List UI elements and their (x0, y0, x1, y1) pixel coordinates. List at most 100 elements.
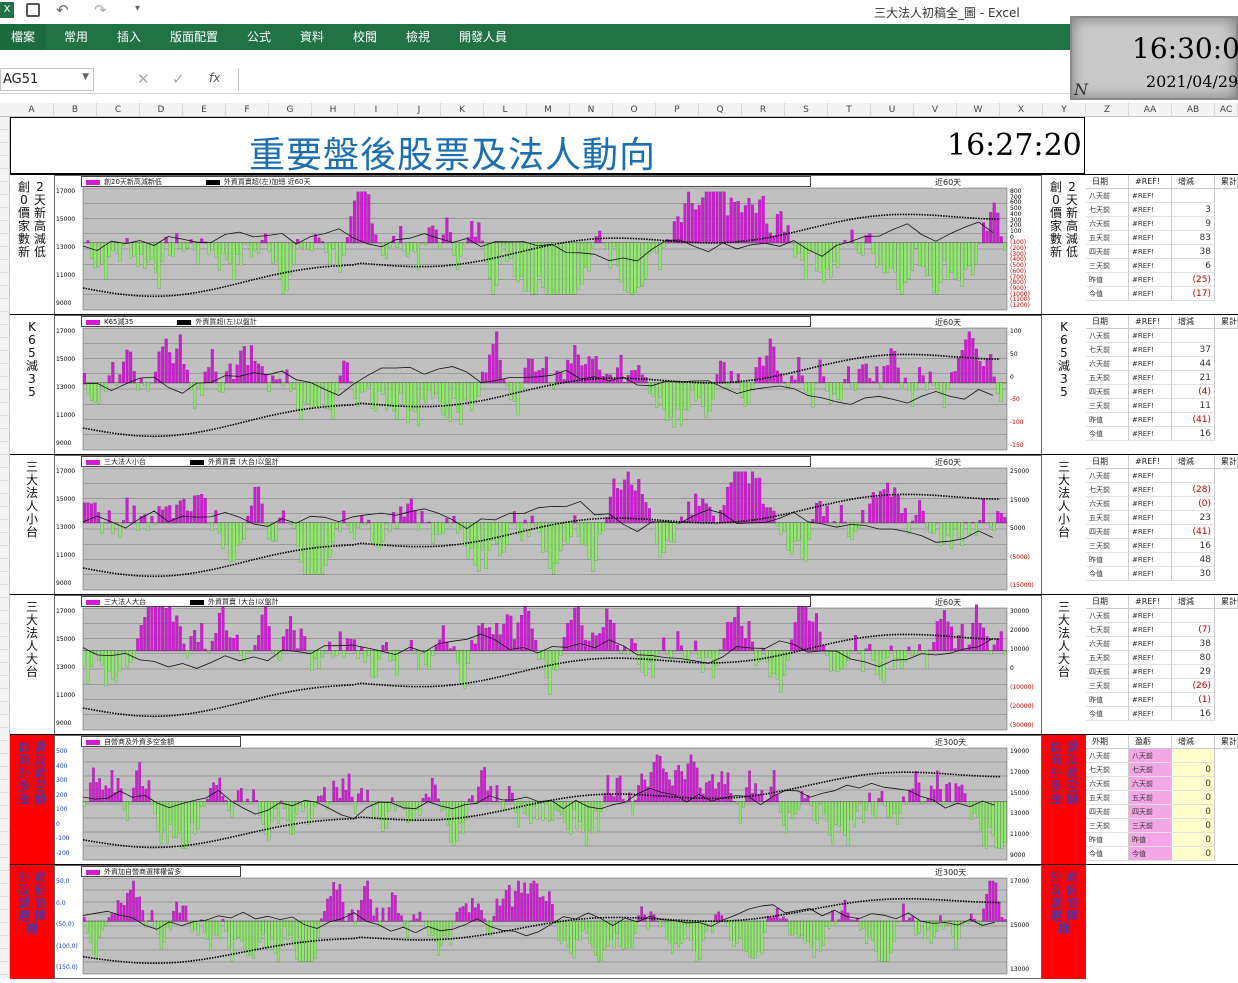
table-cell[interactable]: 48 (1172, 553, 1215, 567)
table-header-cell[interactable]: 累計 (1215, 315, 1238, 329)
row-header[interactable] (0, 624, 9, 637)
redo-icon[interactable]: ↷ (94, 1, 107, 19)
column-header[interactable]: W (957, 103, 1000, 117)
row-header[interactable] (0, 221, 9, 234)
table-cell[interactable] (1172, 329, 1215, 343)
row-header[interactable] (0, 468, 9, 481)
table-cell[interactable]: #REF! (1129, 497, 1172, 511)
tab-7[interactable]: 檢視 (406, 24, 430, 50)
table-cell[interactable]: 16 (1172, 427, 1215, 441)
table-cell[interactable]: #REF! (1129, 469, 1172, 483)
table-header-cell[interactable]: 累計 (1215, 175, 1238, 189)
row-header[interactable] (0, 442, 9, 455)
column-header[interactable]: S (785, 103, 828, 117)
table-cell[interactable]: #REF! (1129, 203, 1172, 217)
cancel-icon[interactable]: ✕ (137, 70, 150, 88)
table-cell[interactable]: 昨值 (1086, 693, 1129, 707)
table-cell[interactable]: 0 (1172, 777, 1215, 791)
column-header[interactable]: E (183, 103, 226, 117)
table-header-cell[interactable]: 盈虧 (1129, 735, 1172, 749)
row-header[interactable] (0, 715, 9, 728)
table-cell[interactable]: 29 (1172, 665, 1215, 679)
table-cell[interactable]: #REF! (1129, 707, 1172, 721)
row-header[interactable] (0, 247, 9, 260)
table-cell[interactable]: 今值 (1086, 847, 1129, 861)
row-header[interactable] (0, 234, 9, 247)
table-cell[interactable]: 三天前 (1086, 679, 1129, 693)
row-header[interactable] (0, 572, 9, 585)
table-header-cell[interactable]: 累計 (1215, 735, 1238, 749)
row-header[interactable] (0, 767, 9, 780)
row-header[interactable] (0, 741, 9, 754)
table-cell[interactable]: 八天前 (1129, 749, 1172, 763)
row-header[interactable] (0, 676, 9, 689)
table-cell[interactable]: 四天前 (1129, 805, 1172, 819)
table-cell[interactable]: #REF! (1129, 511, 1172, 525)
column-header[interactable]: O (613, 103, 656, 117)
row-header[interactable] (0, 897, 9, 910)
table-cell[interactable]: #REF! (1129, 651, 1172, 665)
table-cell[interactable]: (26) (1172, 679, 1215, 693)
chart-area[interactable]: 外資加自營商選擇權留多近300天50.00.0(50.0)(100.0)(150… (54, 865, 1042, 979)
table-header-cell[interactable]: 日期 (1086, 455, 1129, 469)
table-cell[interactable]: #REF! (1129, 413, 1172, 427)
row-header[interactable] (0, 533, 9, 546)
insert-function-button[interactable]: fx (209, 71, 220, 85)
row-header[interactable] (0, 507, 9, 520)
table-cell[interactable]: 三天前 (1086, 259, 1129, 273)
row-header[interactable] (0, 260, 9, 273)
row-header[interactable] (0, 416, 9, 429)
name-box-dropdown-icon[interactable]: ▼ (82, 72, 89, 82)
column-header[interactable]: P (656, 103, 699, 117)
row-header[interactable] (0, 936, 9, 949)
table-cell[interactable]: #REF! (1129, 665, 1172, 679)
column-header[interactable]: R (742, 103, 785, 117)
table-cell[interactable]: (1) (1172, 693, 1215, 707)
table-cell[interactable]: 五天前 (1086, 651, 1129, 665)
table-cell[interactable]: #REF! (1129, 385, 1172, 399)
table-cell[interactable]: 今值 (1086, 707, 1129, 721)
tab-6[interactable]: 校閱 (353, 24, 377, 50)
table-cell[interactable]: #REF! (1129, 525, 1172, 539)
row-header[interactable] (0, 559, 9, 572)
table-cell[interactable]: (7) (1172, 623, 1215, 637)
table-cell[interactable] (1172, 189, 1215, 203)
column-header[interactable]: AC (1215, 103, 1238, 117)
table-header-cell[interactable]: 增減 (1172, 315, 1215, 329)
row-header[interactable] (0, 858, 9, 871)
row-header[interactable] (0, 650, 9, 663)
tab-8[interactable]: 開發人員 (459, 24, 507, 50)
row-header[interactable] (0, 338, 9, 351)
table-cell[interactable]: 昨值 (1129, 833, 1172, 847)
table-cell[interactable]: #REF! (1129, 189, 1172, 203)
table-cell[interactable]: #REF! (1129, 539, 1172, 553)
save-icon[interactable] (26, 3, 40, 17)
row-header[interactable] (0, 728, 9, 741)
table-cell[interactable]: 八天前 (1086, 469, 1129, 483)
table-cell[interactable]: #REF! (1129, 637, 1172, 651)
table-cell[interactable]: (41) (1172, 413, 1215, 427)
column-header[interactable]: J (398, 103, 441, 117)
row-header[interactable] (0, 156, 9, 169)
table-cell[interactable]: 9 (1172, 217, 1215, 231)
table-cell[interactable]: 83 (1172, 231, 1215, 245)
table-cell[interactable]: 四天前 (1086, 385, 1129, 399)
table-header-cell[interactable]: #REF! (1129, 175, 1172, 189)
table-cell[interactable] (1172, 749, 1215, 763)
table-header-cell[interactable]: 增減 (1172, 455, 1215, 469)
table-cell[interactable]: 三天前 (1086, 399, 1129, 413)
table-cell[interactable]: #REF! (1129, 357, 1172, 371)
table-cell[interactable]: 五天前 (1086, 371, 1129, 385)
row-header[interactable] (0, 910, 9, 923)
table-cell[interactable]: (4) (1172, 385, 1215, 399)
row-header[interactable] (0, 273, 9, 286)
table-cell[interactable]: 五天前 (1086, 511, 1129, 525)
table-cell[interactable]: 六天前 (1129, 777, 1172, 791)
tab-2[interactable]: 插入 (117, 24, 141, 50)
table-cell[interactable]: #REF! (1129, 273, 1172, 287)
table-cell[interactable]: 23 (1172, 511, 1215, 525)
table-cell[interactable]: 3 (1172, 203, 1215, 217)
table-cell[interactable]: 七天前 (1086, 203, 1129, 217)
table-cell[interactable]: 16 (1172, 707, 1215, 721)
table-cell[interactable]: 八天前 (1086, 189, 1129, 203)
